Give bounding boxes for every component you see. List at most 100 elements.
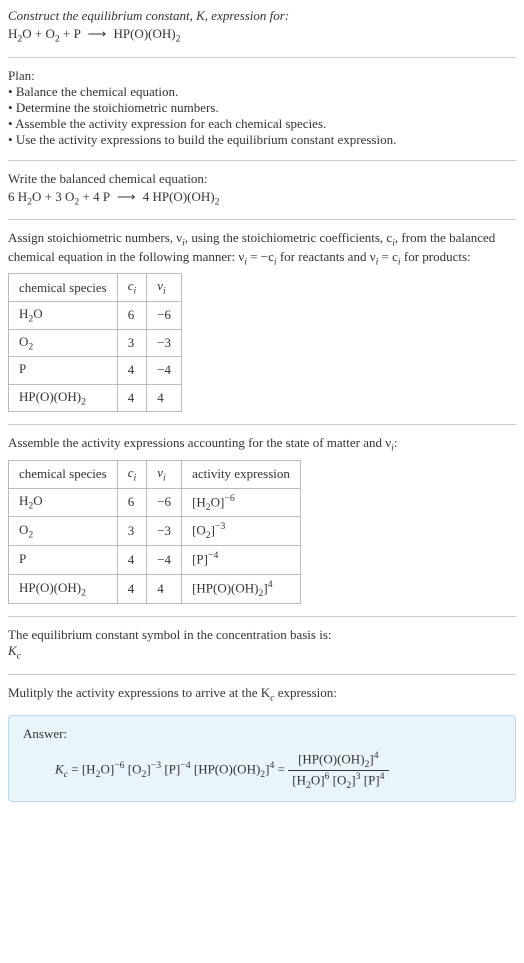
cell-act: [O2]−3: [182, 517, 301, 546]
bal-c4: 4 HP(O)(OH): [143, 189, 215, 204]
ae2: O]: [211, 494, 225, 509]
activity-section: Assemble the activity expressions accoun…: [8, 435, 516, 604]
cell-act: [P]−4: [182, 546, 301, 575]
t1sup: −6: [114, 760, 124, 771]
th-ci: ci: [117, 274, 147, 302]
t2a: [O: [125, 762, 142, 777]
t3sup: −4: [180, 760, 190, 771]
sp1: H: [19, 493, 28, 508]
t4a: [HP(O)(OH): [191, 762, 261, 777]
stoich-table: chemical species ci νi H2O 6 −6 O2 3 −3 …: [8, 273, 182, 412]
plan-section: Plan: Balance the chemical equation. Det…: [8, 68, 516, 148]
bal-c2: O + 3 O: [32, 189, 74, 204]
t1a: [H: [82, 762, 96, 777]
cell-vi: 4: [147, 575, 182, 604]
sp1: O: [19, 334, 28, 349]
eq-lhs3: + P: [60, 26, 81, 41]
cell-ci: 6: [117, 301, 147, 329]
fraction: [HP(O)(OH)2]4[H2O]6 [O2]3 [P]4: [288, 750, 388, 791]
aesup: 4: [268, 579, 273, 590]
cell-species: O2: [9, 329, 118, 357]
ae1: [O: [192, 523, 206, 538]
numsup: 4: [374, 750, 379, 761]
cell-vi: −3: [147, 329, 182, 357]
st-a: Assign stoichiometric numbers, ν: [8, 230, 182, 245]
cell-vi: −6: [147, 301, 182, 329]
d1a: [H: [292, 773, 306, 788]
table-row: H2O 6 −6 [H2O]−6: [9, 488, 301, 517]
divider: [8, 160, 516, 161]
act-a: Assemble the activity expressions accoun…: [8, 435, 391, 450]
th-species: chemical species: [9, 460, 118, 488]
sp1sub: 2: [28, 341, 33, 352]
cell-ci: 4: [117, 357, 147, 385]
eq-lhs1: H: [8, 26, 17, 41]
mul-b: expression:: [274, 685, 336, 700]
cell-vi: −4: [147, 357, 182, 385]
symbol-section: The equilibrium constant symbol in the c…: [8, 627, 516, 662]
cell-ci: 4: [117, 546, 147, 575]
sp2: O: [33, 493, 42, 508]
ci-sub: i: [134, 473, 137, 484]
divider: [8, 674, 516, 675]
ae1: [H: [192, 494, 206, 509]
balanced-equation: 6 H2O + 3 O2 + 4 P ⟶ 4 HP(O)(OH)2: [8, 189, 516, 208]
arrow-icon: ⟶: [88, 26, 107, 42]
sp1sub: 2: [81, 588, 86, 599]
activity-intro: Assemble the activity expressions accoun…: [8, 435, 516, 454]
st-g: for products:: [401, 249, 471, 264]
cell-species: HP(O)(OH)2: [9, 575, 118, 604]
st-f: = c: [378, 249, 398, 264]
table-row: P 4 −4: [9, 357, 182, 385]
mul-a: Mulitply the activity expressions to arr…: [8, 685, 270, 700]
t2sup: −3: [151, 760, 161, 771]
sp1sub: 2: [28, 530, 33, 541]
bal-c3: + 4 P: [79, 189, 109, 204]
activity-table: chemical species ci νi activity expressi…: [8, 460, 301, 604]
sp1: H: [19, 306, 28, 321]
plan-item: Balance the chemical equation.: [8, 84, 516, 100]
cell-vi: −6: [147, 488, 182, 517]
sp1sub: 2: [81, 396, 86, 407]
cell-vi: −4: [147, 546, 182, 575]
sp1: P: [19, 551, 26, 566]
cell-species: P: [9, 546, 118, 575]
cell-vi: −3: [147, 517, 182, 546]
th-species: chemical species: [9, 274, 118, 302]
d1b: O]: [311, 773, 325, 788]
numerator: [HP(O)(OH)2]4: [288, 750, 388, 771]
aesup: −4: [208, 550, 218, 561]
st-e: for reactants and ν: [277, 249, 376, 264]
eq-rhs-sub: 2: [176, 34, 181, 45]
plan-item: Use the activity expressions to build th…: [8, 132, 516, 148]
kc: K: [8, 643, 17, 658]
cell-species: H2O: [9, 301, 118, 329]
cell-species: HP(O)(OH)2: [9, 384, 118, 412]
table-row: chemical species ci νi: [9, 274, 182, 302]
table-row: H2O 6 −6: [9, 301, 182, 329]
bal-c4sub: 2: [215, 196, 220, 207]
table-row: chemical species ci νi activity expressi…: [9, 460, 301, 488]
stoich-section: Assign stoichiometric numbers, νi, using…: [8, 230, 516, 412]
intro-line1: Construct the equilibrium constant, K, e…: [8, 8, 516, 24]
cell-ci: 4: [117, 384, 147, 412]
numa: [HP(O)(OH): [298, 752, 364, 767]
table-row: P 4 −4 [P]−4: [9, 546, 301, 575]
balanced-section: Write the balanced chemical equation: 6 …: [8, 171, 516, 208]
t1b: O]: [100, 762, 114, 777]
eq-rhs: HP(O)(OH): [113, 26, 175, 41]
th-ci: ci: [117, 460, 147, 488]
kc-sub: c: [17, 651, 21, 662]
cell-act: [H2O]−6: [182, 488, 301, 517]
plan-title: Plan:: [8, 68, 516, 84]
table-row: HP(O)(OH)2 4 4 [HP(O)(OH)2]4: [9, 575, 301, 604]
ans-eq: =: [68, 762, 82, 777]
aesup: −3: [215, 521, 225, 532]
intro-section: Construct the equilibrium constant, K, e…: [8, 8, 516, 45]
act-b: :: [394, 435, 398, 450]
sp1: HP(O)(OH): [19, 389, 81, 404]
divider: [8, 57, 516, 58]
st-d: = −c: [247, 249, 274, 264]
aesup: −6: [224, 493, 234, 504]
th-act: activity expression: [182, 460, 301, 488]
